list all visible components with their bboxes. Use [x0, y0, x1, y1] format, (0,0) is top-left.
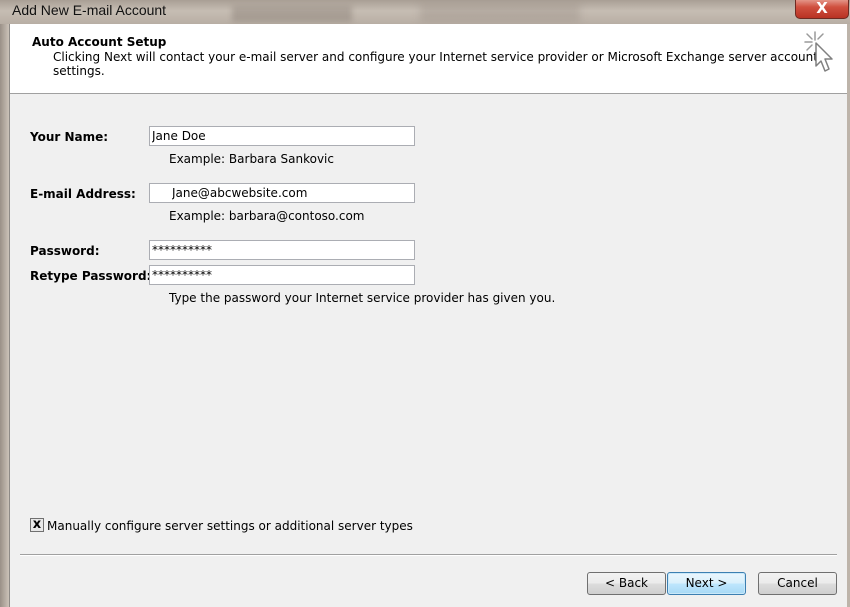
- header-title: Auto Account Setup: [32, 35, 167, 49]
- your-name-label: Your Name:: [30, 130, 109, 144]
- cancel-button[interactable]: Cancel: [758, 572, 837, 595]
- header-description: Clicking Next will contact your e-mail s…: [53, 50, 818, 78]
- password-hint: Type the password your Internet service …: [169, 291, 556, 305]
- email-address-input[interactable]: [149, 183, 415, 203]
- wizard-cursor-icon: [804, 31, 833, 72]
- password-input[interactable]: [149, 240, 415, 260]
- your-name-example: Example: Barbara Sankovic: [169, 152, 334, 166]
- manual-config-label[interactable]: Manually configure server settings or ad…: [47, 519, 413, 533]
- window-title: Add New E-mail Account: [12, 2, 167, 18]
- background-window-blur: [420, 4, 580, 22]
- dialog-body: Auto Account Setup Clicking Next will co…: [9, 24, 847, 607]
- footer-separator: [20, 554, 837, 556]
- next-button[interactable]: Next >: [667, 572, 746, 595]
- back-button[interactable]: < Back: [587, 572, 666, 595]
- manual-config-checkbox[interactable]: x: [30, 518, 44, 532]
- title-bar: Add New E-mail Account X: [0, 0, 850, 24]
- window-frame-left: [0, 24, 9, 607]
- password-label: Password:: [30, 244, 100, 258]
- background-window-blur: [232, 6, 352, 22]
- retype-password-label: Retype Password:: [30, 269, 152, 283]
- your-name-input[interactable]: [149, 126, 415, 146]
- retype-password-input[interactable]: [149, 265, 415, 285]
- email-address-example: Example: barbara@contoso.com: [169, 209, 365, 223]
- wizard-header: Auto Account Setup Clicking Next will co…: [10, 24, 847, 94]
- email-address-label: E-mail Address:: [30, 187, 136, 201]
- close-button[interactable]: X: [795, 0, 849, 19]
